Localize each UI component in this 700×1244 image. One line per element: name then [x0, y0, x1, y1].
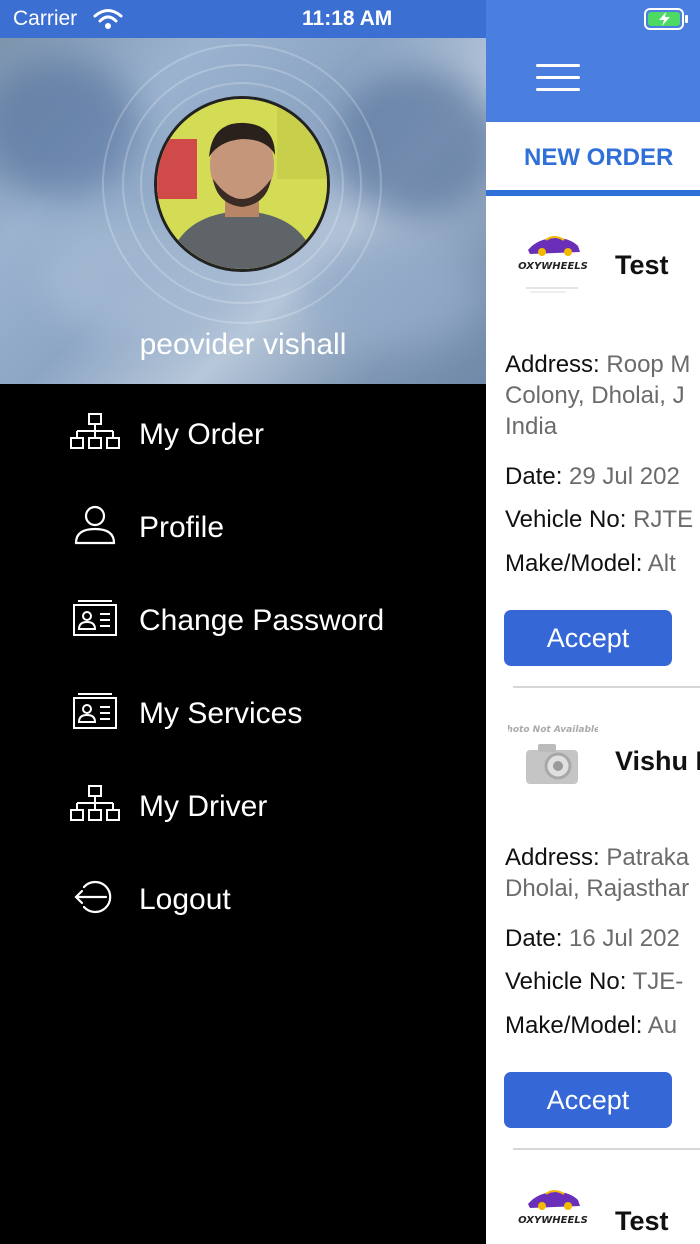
clock: 11:18 AM — [302, 7, 393, 30]
order-card: OXYWHEELS Test Address: Roop M Colony, D… — [486, 196, 700, 690]
oxywheels-logo: OXYWHEELS — [508, 1174, 598, 1244]
menu-item-label: Change Password — [139, 604, 385, 637]
order-date: Date: 29 Jul 202 — [505, 463, 680, 490]
order-card: OXYWHEELS Test — [486, 1152, 700, 1244]
sitemap-icon — [70, 412, 120, 452]
order-vehicle-no: Vehicle No: RJTE — [505, 506, 694, 533]
user-name: peovider vishall — [139, 328, 347, 361]
svg-text:Photo Not Available: Photo Not Available — [508, 725, 598, 735]
order-address: Address: Roop M — [505, 351, 691, 378]
order-title: Vishu I — [615, 746, 700, 776]
order-divider — [513, 1148, 700, 1150]
order-make-model: Make/Model: Au — [505, 1012, 678, 1039]
wifi-icon — [93, 8, 123, 35]
order-address-line: Dholai, Rajasthar — [505, 875, 690, 902]
photo-not-available-image: Photo Not Available — [500, 720, 600, 800]
nav-bar — [486, 38, 700, 122]
carrier-label: Carrier — [13, 7, 78, 30]
avatar[interactable] — [154, 96, 330, 272]
order-address: Address: Patraka — [505, 844, 690, 871]
tab-bar: NEW ORDER — [486, 122, 700, 196]
menu-item-label: Logout — [139, 883, 231, 916]
id-card-icon — [70, 598, 120, 638]
menu-item-my-services[interactable]: My Services — [0, 671, 486, 751]
accept-button[interactable]: Accept — [504, 1072, 672, 1128]
battery-icon — [644, 8, 690, 35]
logout-icon — [70, 877, 120, 917]
order-address-line: India — [505, 413, 558, 440]
menu-item-label: My Driver — [139, 790, 268, 823]
order-vehicle-no: Vehicle No: TJE- — [505, 968, 684, 995]
sitemap-icon — [70, 784, 120, 824]
accept-button[interactable]: Accept — [504, 610, 672, 666]
order-date: Date: 16 Jul 202 — [505, 925, 680, 952]
id-card-icon — [70, 691, 120, 731]
menu-item-profile[interactable]: Profile — [0, 485, 486, 565]
menu-item-label: My Order — [139, 418, 265, 451]
order-title: Test — [615, 250, 669, 280]
status-bar: Carrier 11:18 AM — [0, 0, 700, 38]
main-screen: NEW ORDER OXYWHEELS Test Address: Roop M… — [486, 38, 700, 1244]
menu-item-my-order[interactable]: My Order — [0, 392, 486, 472]
user-icon — [70, 505, 120, 545]
menu-item-logout[interactable]: Logout — [0, 857, 486, 937]
hamburger-menu-icon[interactable] — [536, 62, 580, 94]
oxywheels-logo: OXYWHEELS — [508, 220, 598, 300]
order-divider — [513, 686, 700, 688]
svg-text:OXYWHEELS: OXYWHEELS — [518, 261, 588, 272]
menu-item-change-password[interactable]: Change Password — [0, 578, 486, 658]
menu-item-label: Profile — [139, 511, 225, 544]
menu-item-my-driver[interactable]: My Driver — [0, 764, 486, 844]
order-card: Photo Not Available Vishu I Address: Pat… — [486, 690, 700, 1152]
svg-text:OXYWHEELS: OXYWHEELS — [518, 1215, 588, 1226]
drawer-header: peovider vishall — [0, 38, 486, 384]
side-drawer: peovider vishall My Order Profile Change… — [0, 38, 486, 1244]
tab-new-order[interactable]: NEW ORDER — [524, 144, 673, 172]
order-address-line: Colony, Dholai, J — [505, 382, 685, 409]
menu-item-label: My Services — [139, 697, 303, 730]
order-make-model: Make/Model: Alt — [505, 550, 676, 577]
order-title: Test — [615, 1206, 669, 1236]
